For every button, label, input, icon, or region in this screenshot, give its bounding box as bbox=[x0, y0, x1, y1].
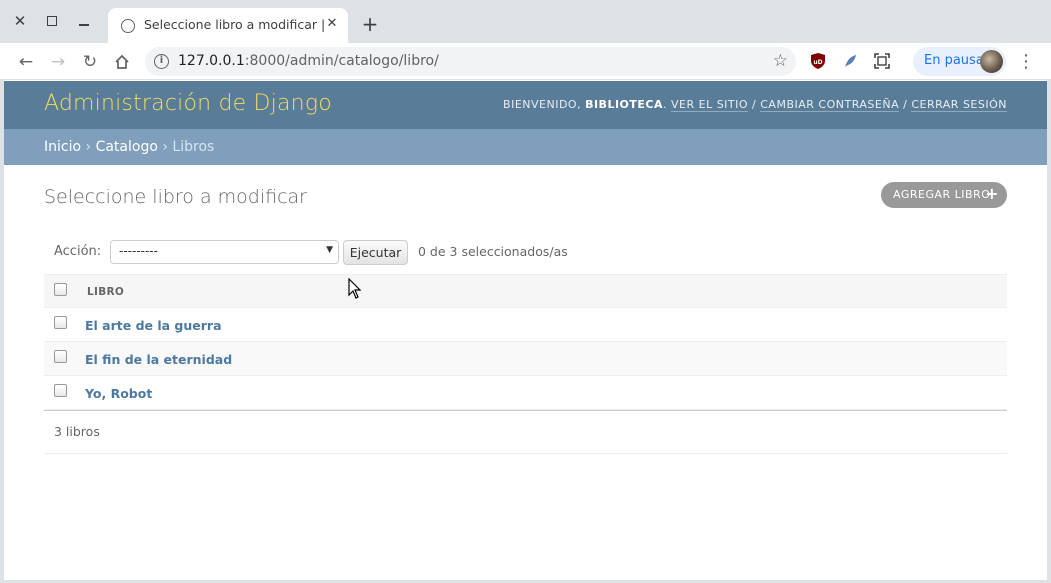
breadcrumb-current: Libros bbox=[172, 139, 215, 155]
row-checkbox[interactable] bbox=[54, 384, 67, 397]
breadcrumb-home[interactable]: Inicio bbox=[44, 139, 81, 155]
change-password-link[interactable]: Cambiar contraseña bbox=[760, 98, 900, 112]
browser-tab[interactable]: Seleccione libro a modificar | S ✕ bbox=[108, 8, 348, 43]
libro-link[interactable]: El arte de la guerra bbox=[85, 318, 222, 333]
action-label: Acción: bbox=[54, 244, 102, 259]
feather-extension-icon[interactable] bbox=[841, 52, 859, 70]
table-row: Yo, Robot bbox=[44, 376, 1007, 410]
breadcrumb: Inicio › Catalogo › Libros bbox=[4, 129, 1047, 165]
results-table: Libro El arte de la guerra El fin de la … bbox=[44, 274, 1007, 411]
dropdown-arrow-icon: ▼ bbox=[326, 245, 333, 255]
run-action-button[interactable]: Ejecutar bbox=[343, 240, 408, 265]
user-tools: Bienvenido, Biblioteca. Ver el sitio / C… bbox=[503, 98, 1007, 112]
admin-page: Administración de Django Bienvenido, Bib… bbox=[4, 81, 1047, 581]
address-bar[interactable]: i 127.0.0.1:8000/admin/catalogo/libro/ ☆ bbox=[145, 47, 796, 76]
table-row: El arte de la guerra bbox=[44, 308, 1007, 342]
row-checkbox[interactable] bbox=[54, 316, 67, 329]
home-icon[interactable] bbox=[111, 51, 133, 73]
libro-link[interactable]: El fin de la eternidad bbox=[85, 352, 232, 367]
action-select[interactable]: --------- ▼ bbox=[110, 240, 339, 264]
reload-icon[interactable]: ↻ bbox=[79, 51, 101, 73]
profile-button[interactable]: En pausa bbox=[913, 47, 1006, 76]
admin-header: Administración de Django Bienvenido, Bib… bbox=[4, 81, 1047, 129]
selection-counter: 0 de 3 seleccionados/as bbox=[418, 244, 568, 259]
mouse-cursor-icon bbox=[348, 278, 362, 299]
profile-label: En pausa bbox=[924, 53, 984, 68]
maximize-window-icon[interactable] bbox=[41, 10, 63, 32]
table-row: El fin de la eternidad bbox=[44, 342, 1007, 376]
breadcrumb-app[interactable]: Catalogo bbox=[96, 139, 158, 155]
row-checkbox[interactable] bbox=[54, 350, 67, 363]
screenshot-extension-icon[interactable] bbox=[873, 52, 891, 70]
table-header: Libro bbox=[44, 274, 1007, 308]
tab-close-icon[interactable]: ✕ bbox=[324, 16, 340, 32]
tab-title: Seleccione libro a modificar | S bbox=[144, 17, 324, 32]
new-tab-icon[interactable]: + bbox=[360, 14, 380, 34]
back-arrow-icon[interactable]: ← bbox=[15, 51, 37, 73]
browser-menu-icon[interactable]: ⋮ bbox=[1017, 51, 1035, 73]
column-header-libro[interactable]: Libro bbox=[87, 286, 124, 298]
breadcrumb-separator: › bbox=[85, 139, 92, 155]
browser-toolbar: ← → ↻ i 127.0.0.1:8000/admin/catalogo/li… bbox=[0, 43, 1051, 80]
result-count: 3 libros bbox=[54, 424, 100, 439]
minimize-window-icon[interactable] bbox=[73, 10, 95, 32]
libro-link[interactable]: Yo, Robot bbox=[85, 386, 152, 401]
plus-icon: + bbox=[985, 184, 999, 203]
paginator: 3 libros bbox=[44, 419, 1007, 454]
bookmark-star-icon[interactable]: ☆ bbox=[773, 51, 788, 71]
avatar bbox=[980, 50, 1003, 73]
svg-text:uD: uD bbox=[813, 59, 822, 66]
page-title: Seleccione libro a modificar bbox=[44, 186, 307, 208]
info-icon[interactable]: i bbox=[154, 54, 169, 69]
table-divider bbox=[44, 410, 1007, 411]
ublock-icon[interactable]: uD bbox=[809, 52, 827, 70]
view-site-link[interactable]: Ver el sitio bbox=[671, 98, 749, 112]
add-button-label: Agregar libro bbox=[893, 188, 991, 201]
action-bar: Acción: --------- ▼ Ejecutar 0 de 3 sele… bbox=[44, 235, 1007, 275]
close-window-icon[interactable]: ✕ bbox=[9, 10, 31, 32]
add-libro-button[interactable]: Agregar libro + bbox=[881, 182, 1007, 208]
username: Biblioteca bbox=[585, 98, 663, 111]
welcome-text: Bienvenido, bbox=[503, 98, 582, 111]
tab-strip: ✕ Seleccione libro a modificar | S ✕ + bbox=[0, 0, 1051, 43]
site-title[interactable]: Administración de Django bbox=[44, 91, 332, 116]
globe-icon bbox=[121, 19, 135, 33]
forward-arrow-icon[interactable]: → bbox=[47, 51, 69, 73]
url-text: 127.0.0.1:8000/admin/catalogo/libro/ bbox=[178, 53, 439, 69]
breadcrumb-separator: › bbox=[162, 139, 168, 155]
action-select-value: --------- bbox=[119, 244, 158, 258]
window-border-right bbox=[1047, 80, 1051, 583]
logout-link[interactable]: Cerrar sesión bbox=[911, 98, 1007, 112]
select-all-checkbox[interactable] bbox=[54, 283, 67, 296]
